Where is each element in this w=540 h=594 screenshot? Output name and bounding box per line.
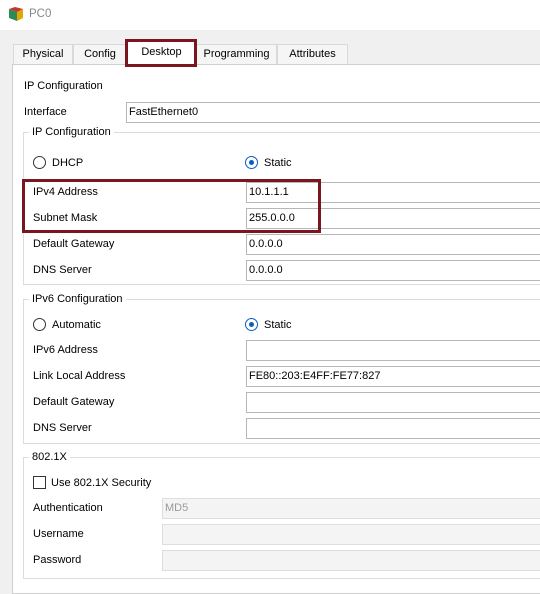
tab-attributes[interactable]: Attributes: [277, 44, 348, 64]
ipv6-static-label[interactable]: Static: [264, 319, 292, 331]
tab-config[interactable]: Config: [73, 44, 127, 64]
ipv6-dns-input[interactable]: [246, 418, 540, 439]
password-label: Password: [33, 554, 82, 566]
link-local-input[interactable]: FE80::203:E4FF:FE77:827: [246, 366, 540, 387]
ipv6-address-label: IPv6 Address: [33, 344, 98, 356]
ipv4-gateway-label: Default Gateway: [33, 238, 115, 250]
ipv6-group-title: IPv6 Configuration: [29, 293, 126, 305]
ipv6-gateway-label: Default Gateway: [33, 396, 115, 408]
subnet-mask-label: Subnet Mask: [33, 212, 98, 224]
ipv6-address-input[interactable]: [246, 340, 540, 361]
ipv6-gateway-input[interactable]: [246, 392, 540, 413]
use-8021x-checkbox[interactable]: [33, 476, 46, 489]
interface-select[interactable]: FastEthernet0: [126, 102, 540, 123]
username-label: Username: [33, 528, 84, 540]
title-bar: [0, 0, 540, 30]
ipv4-address-label: IPv4 Address: [33, 186, 98, 198]
interface-label: Interface: [24, 106, 67, 118]
authentication-label: Authentication: [33, 502, 103, 514]
ipv4-address-input[interactable]: 10.1.1.1: [246, 182, 540, 203]
tab-physical[interactable]: Physical: [13, 44, 73, 64]
ipv4-static-label[interactable]: Static: [264, 157, 292, 169]
ipv4-gateway-input[interactable]: 0.0.0.0: [246, 234, 540, 255]
ipv6-dns-label: DNS Server: [33, 422, 92, 434]
ipv4-dns-label: DNS Server: [33, 264, 92, 276]
panel-heading: IP Configuration: [24, 80, 103, 92]
subnet-mask-input[interactable]: 255.0.0.0: [246, 208, 540, 229]
window-title: PC0: [29, 8, 52, 20]
ipv6-automatic-radio[interactable]: [33, 318, 46, 331]
authentication-select[interactable]: MD5: [162, 498, 540, 519]
username-input[interactable]: [162, 524, 540, 545]
link-local-label: Link Local Address: [33, 370, 126, 382]
ipv6-automatic-label[interactable]: Automatic: [52, 319, 101, 331]
dhcp-label[interactable]: DHCP: [52, 157, 83, 169]
ipv6-static-radio[interactable]: [245, 318, 258, 331]
ipv4-group-title: IP Configuration: [29, 126, 114, 138]
tab-programming[interactable]: Programming: [196, 44, 277, 64]
dot1x-group-title: 802.1X: [29, 451, 70, 463]
tab-desktop[interactable]: Desktop: [127, 41, 196, 65]
pc-app-icon: [9, 7, 23, 21]
ipv4-dns-input[interactable]: 0.0.0.0: [246, 260, 540, 281]
ipv4-static-radio[interactable]: [245, 156, 258, 169]
use-8021x-label[interactable]: Use 802.1X Security: [51, 477, 151, 489]
dhcp-radio[interactable]: [33, 156, 46, 169]
password-input[interactable]: [162, 550, 540, 571]
